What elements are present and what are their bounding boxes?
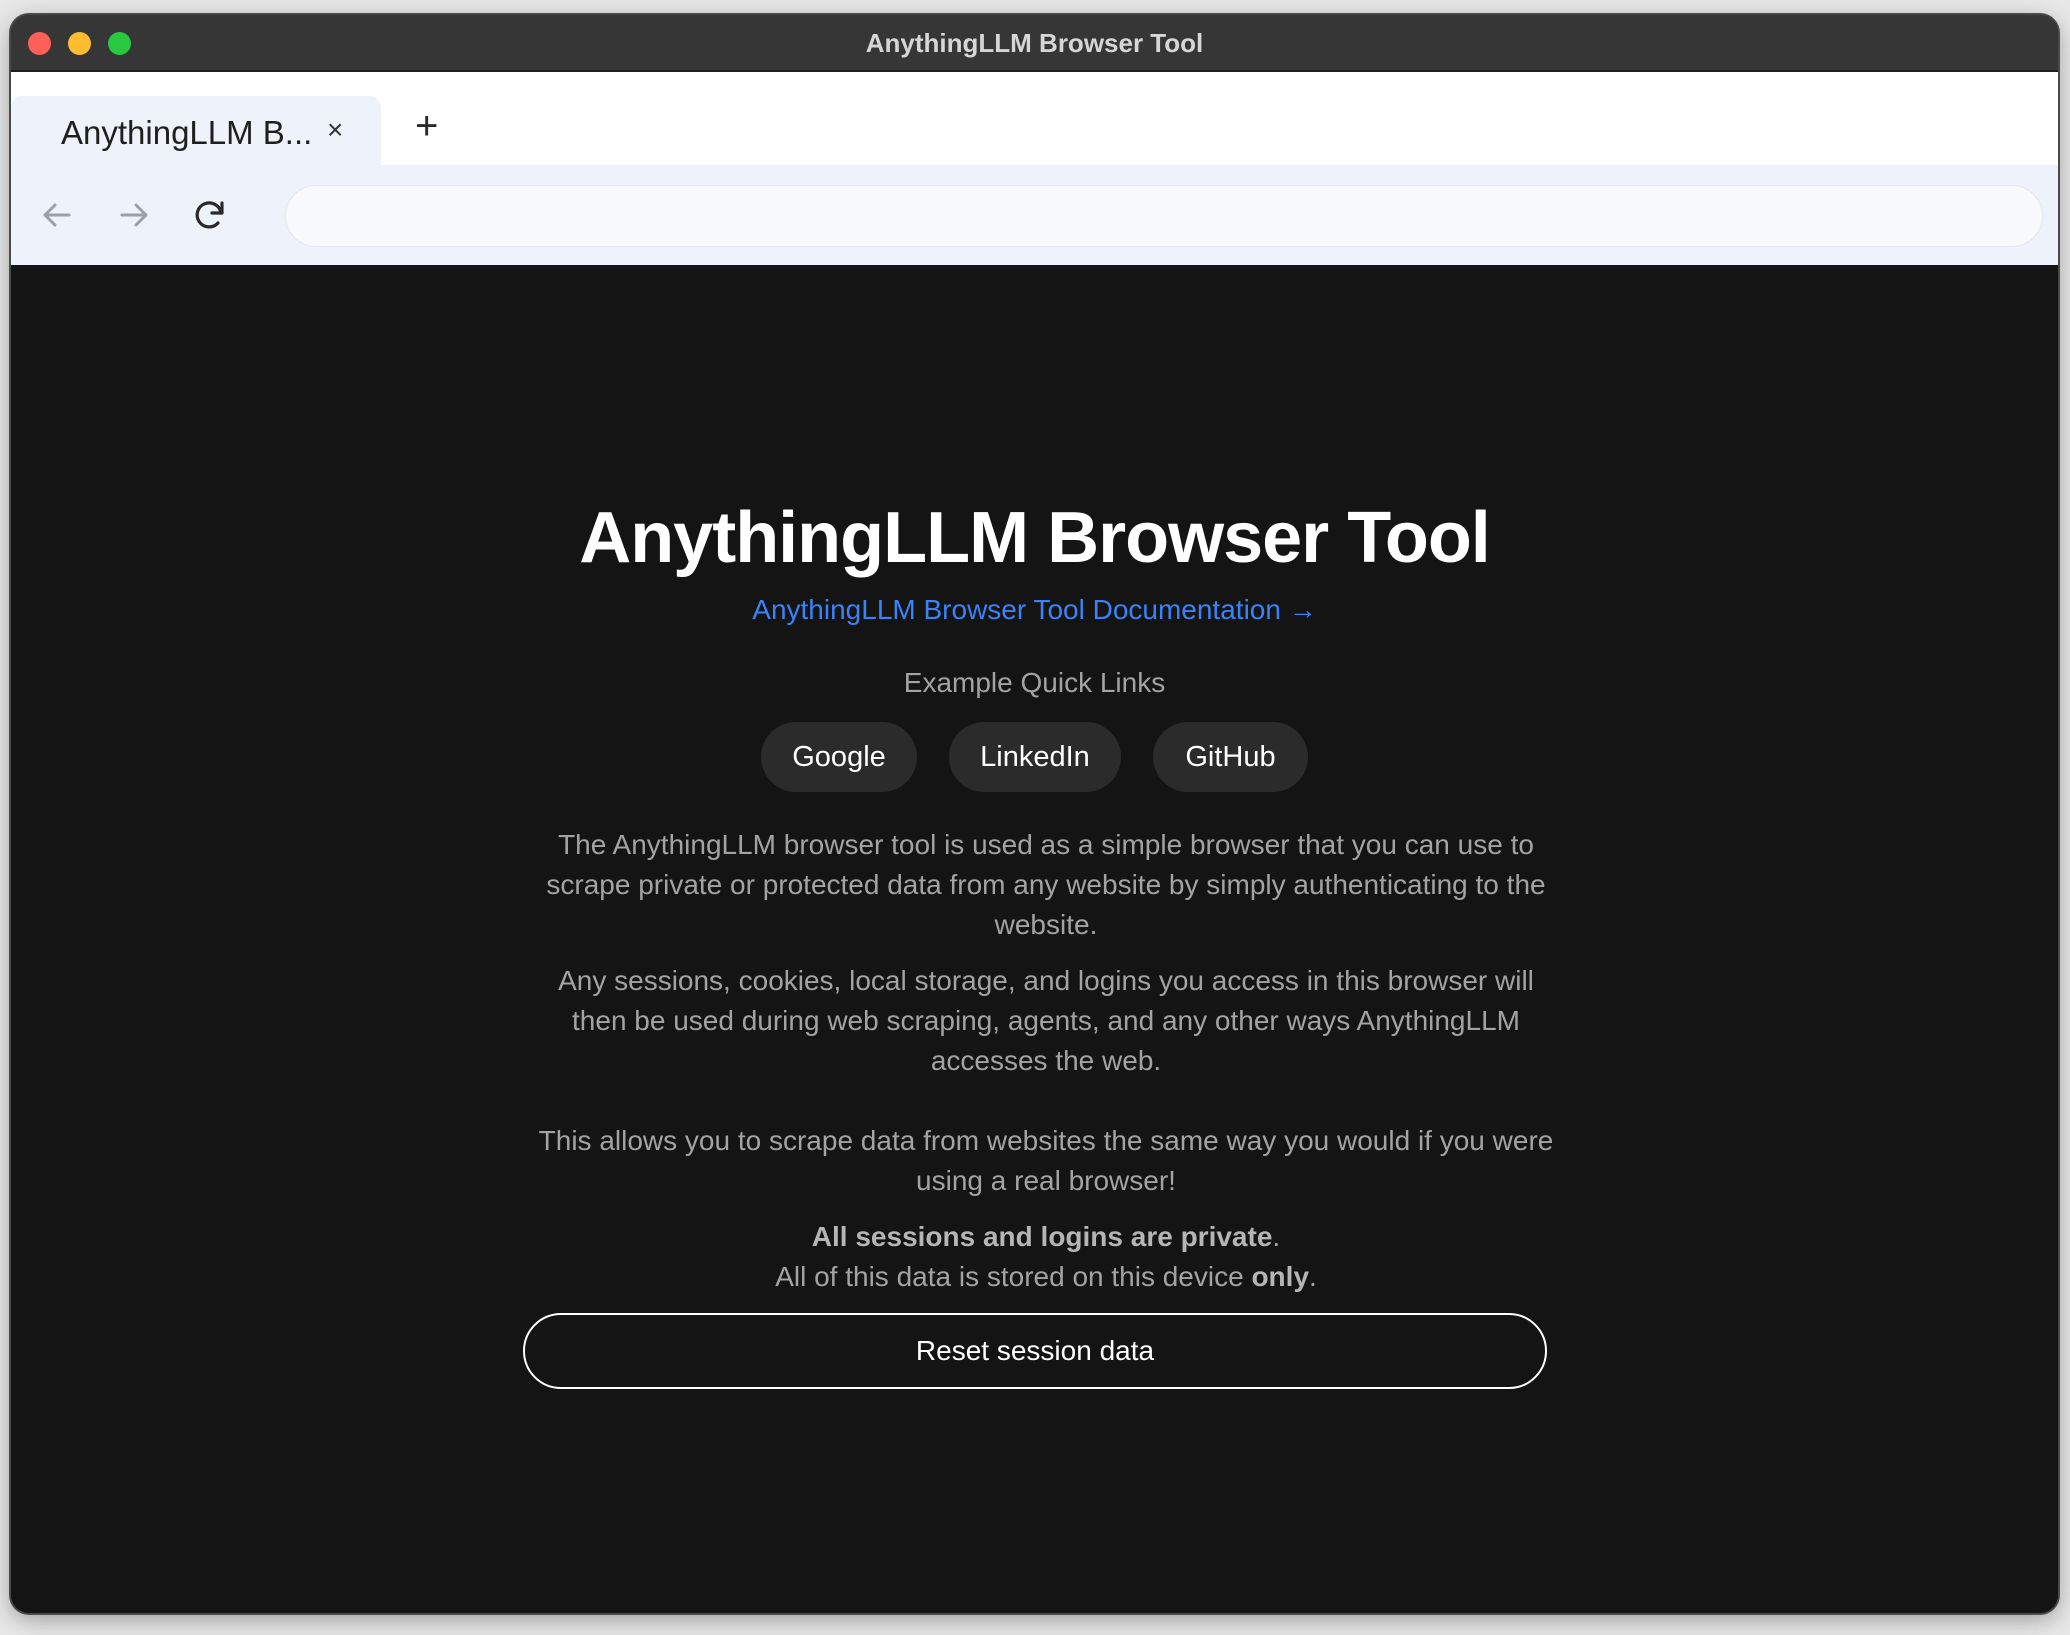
- storage-text: All of this data is stored on this devic…: [775, 1261, 1252, 1292]
- scrape-paragraph: This allows you to scrape data from webs…: [538, 1125, 1554, 1196]
- privacy-line: All sessions and logins are private.: [531, 1217, 1561, 1257]
- privacy-notice: All sessions and logins are private. All…: [531, 1217, 1561, 1297]
- address-bar-input[interactable]: [285, 185, 2043, 247]
- browser-window: AnythingLLM Browser Tool AnythingLLM B..…: [11, 15, 2058, 1613]
- title-bar: AnythingLLM Browser Tool: [11, 15, 2058, 72]
- page-content: AnythingLLM Browser Tool AnythingLLM Bro…: [11, 265, 2058, 1613]
- tab-title: AnythingLLM B...: [61, 114, 313, 151]
- privacy-bold-text: All sessions and logins are private: [811, 1221, 1273, 1252]
- storage-period: .: [1309, 1261, 1317, 1292]
- reset-session-button[interactable]: Reset session data: [523, 1313, 1547, 1389]
- quick-links-label: Example Quick Links: [903, 667, 1166, 698]
- arrow-left-icon: [43, 203, 71, 227]
- description-paragraph: The AnythingLLM browser tool is used as …: [546, 829, 1546, 940]
- tab-strip: AnythingLLM B... × +: [11, 72, 2058, 167]
- navigation-toolbar: [11, 165, 2058, 265]
- window-title: AnythingLLM Browser Tool: [865, 28, 1204, 58]
- storage-line: All of this data is stored on this devic…: [531, 1257, 1561, 1297]
- quick-link-google[interactable]: Google: [761, 722, 917, 792]
- quick-link-github[interactable]: GitHub: [1153, 722, 1308, 792]
- new-tab-button[interactable]: +: [415, 106, 438, 146]
- storage-bold-text: only: [1251, 1261, 1310, 1292]
- privacy-period: .: [1272, 1221, 1281, 1252]
- back-button[interactable]: [35, 193, 79, 237]
- quick-link-linkedin[interactable]: LinkedIn: [949, 722, 1121, 792]
- reload-button[interactable]: [188, 193, 232, 237]
- sessions-paragraph: Any sessions, cookies, local storage, an…: [558, 965, 1534, 1076]
- tab-anythingllm[interactable]: AnythingLLM B... ×: [11, 96, 381, 167]
- documentation-link[interactable]: AnythingLLM Browser Tool Documentation →: [11, 594, 2058, 626]
- page-title: AnythingLLM Browser Tool: [579, 498, 1491, 578]
- reload-icon: [195, 201, 224, 229]
- arrow-right-icon: [120, 203, 148, 227]
- tab-close-icon[interactable]: ×: [327, 116, 343, 144]
- forward-button[interactable]: [112, 193, 156, 237]
- quick-links: Google LinkedIn GitHub: [11, 722, 2058, 792]
